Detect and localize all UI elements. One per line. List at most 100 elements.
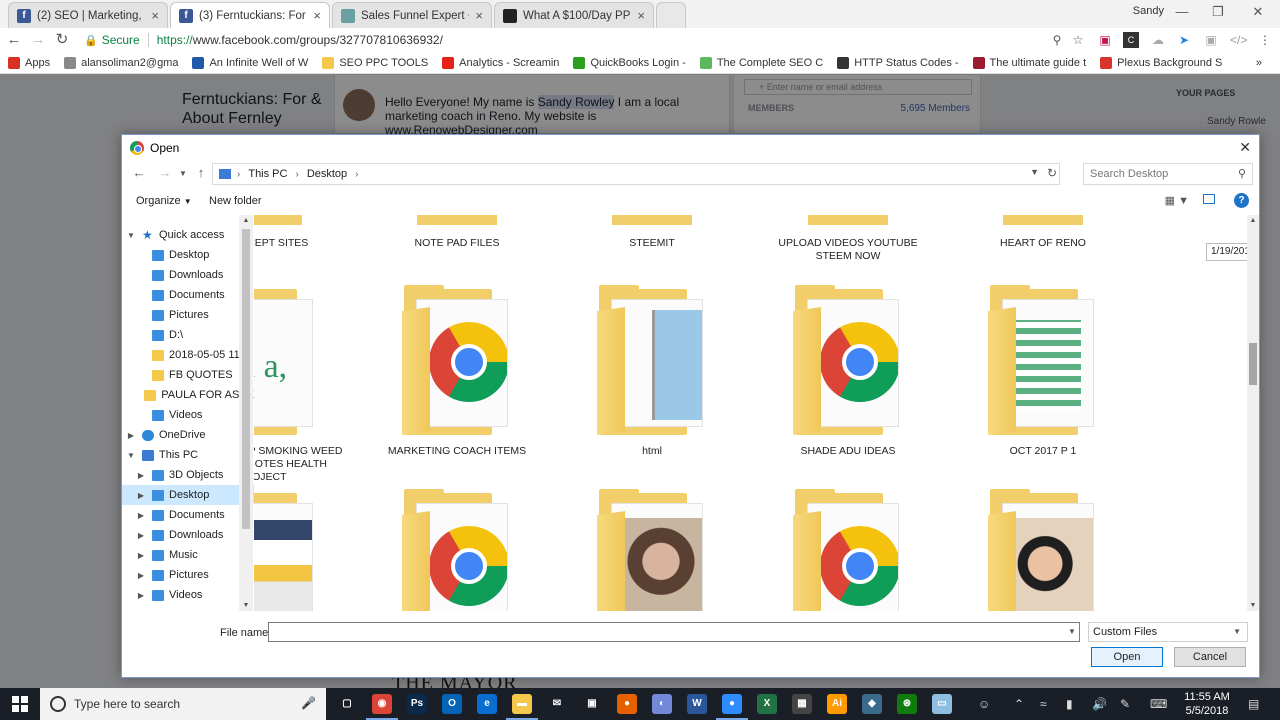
extension-dev-icon[interactable]: </>: [1230, 32, 1247, 48]
close-icon[interactable]: ×: [313, 8, 321, 23]
taskbar-search-input[interactable]: Type here to search 🎤: [40, 688, 326, 720]
extension-c-icon[interactable]: C: [1123, 32, 1139, 48]
address-bar[interactable]: 🔒 Secure https://www.facebook.com/groups…: [78, 29, 1094, 51]
preview-pane-icon[interactable]: [1203, 194, 1215, 204]
nav-item[interactable]: PAULA FOR ASSE: [122, 385, 254, 405]
chevron-right-icon[interactable]: ▶: [136, 591, 146, 600]
bookmark-item[interactable]: Analytics - Screamin: [442, 56, 559, 69]
nav-item[interactable]: ▶ Documents: [122, 505, 254, 525]
chevron-down-icon[interactable]: ▼: [126, 231, 136, 240]
more-bookmarks-icon[interactable]: »: [1256, 57, 1262, 69]
file-type-select[interactable]: Custom Files ▼: [1088, 622, 1248, 642]
edge-icon[interactable]: e: [477, 694, 497, 714]
close-icon[interactable]: ×: [151, 8, 159, 23]
chevron-right-icon[interactable]: ▶: [136, 511, 146, 520]
nav-item[interactable]: ▼ ★ Quick access: [122, 225, 254, 245]
calculator-icon[interactable]: ▦: [792, 694, 812, 714]
outlook-icon[interactable]: O: [442, 694, 462, 714]
bookmark-item[interactable]: The ultimate guide t: [972, 56, 1086, 69]
browser-tab[interactable]: f (2) SEO | Marketing, Soci ×: [8, 2, 168, 28]
nav-item[interactable]: ▶ Downloads: [122, 525, 254, 545]
chevron-right-icon[interactable]: ›: [295, 169, 298, 180]
nav-item[interactable]: Downloads✎: [122, 265, 254, 285]
breadcrumb[interactable]: › This PC › Desktop › ▼ ↻: [212, 163, 1060, 185]
extension-cast-icon[interactable]: ▣: [1203, 32, 1219, 48]
zoom-search-icon[interactable]: ⚲: [1049, 32, 1065, 48]
chevron-down-icon[interactable]: ▼: [1068, 627, 1076, 636]
recent-locations-icon[interactable]: ▼: [174, 169, 192, 178]
maximize-icon[interactable]: ❐: [1200, 2, 1236, 22]
bookmark-item[interactable]: alansoliman2@gma: [64, 56, 178, 69]
refresh-icon[interactable]: ↻: [1047, 166, 1057, 180]
illustrator-icon[interactable]: Ai: [827, 694, 847, 714]
close-icon[interactable]: ×: [475, 8, 483, 23]
cancel-button[interactable]: Cancel: [1174, 647, 1246, 667]
chevron-right-icon[interactable]: ▶: [126, 431, 136, 440]
notifications-icon[interactable]: ▤: [1248, 697, 1259, 711]
file-name-field[interactable]: [268, 622, 1080, 642]
nav-item[interactable]: FB QUOTES: [122, 365, 254, 385]
extension-shield-icon[interactable]: ▣: [1097, 32, 1113, 48]
bookmark-item[interactable]: HTTP Status Codes -: [837, 56, 959, 69]
new-folder-button[interactable]: New folder: [209, 195, 262, 207]
pen-icon[interactable]: ✎: [1120, 697, 1130, 711]
back-icon[interactable]: ←: [4, 30, 24, 50]
chrome-icon[interactable]: ◉: [366, 694, 398, 720]
forward-icon[interactable]: →: [28, 30, 48, 50]
folder-item[interactable]: [763, 489, 933, 611]
close-icon[interactable]: ✕: [1239, 139, 1251, 156]
search-icon[interactable]: ⚲: [1238, 164, 1246, 184]
nav-item[interactable]: 2018-05-05 11.3: [122, 345, 254, 365]
scroll-down-icon[interactable]: ▼: [1247, 602, 1259, 609]
nav-item[interactable]: ▶ Desktop: [122, 485, 254, 505]
speaker-icon[interactable]: 🔊: [1092, 697, 1107, 711]
chevron-right-icon[interactable]: ▶: [136, 531, 146, 540]
profile-name[interactable]: Sandy: [1133, 5, 1164, 17]
file-scroll-thumb[interactable]: [1249, 343, 1257, 385]
search-input[interactable]: Search Desktop ⚲: [1083, 163, 1253, 185]
discord-icon[interactable]: ◐: [652, 694, 672, 714]
firefox-icon[interactable]: ●: [617, 694, 637, 714]
people-icon[interactable]: ☺: [978, 697, 990, 711]
extension-arrow-icon[interactable]: ➤: [1176, 32, 1192, 48]
view-options-icon[interactable]: ▦ ▼: [1165, 194, 1189, 207]
scroll-up-icon[interactable]: ▲: [1247, 217, 1259, 224]
chevron-right-icon[interactable]: ▶: [136, 571, 146, 580]
folder-item[interactable]: html: [567, 285, 737, 458]
nav-scroll-thumb[interactable]: [242, 229, 250, 529]
bookmark-item[interactable]: An Infinite Well of W: [192, 56, 308, 69]
folder-item[interactable]: SHADE ADU IDEAS: [763, 285, 933, 458]
folder-item[interactable]: [372, 489, 542, 611]
folder-item[interactable]: [958, 489, 1128, 611]
minimize-icon[interactable]: —: [1164, 2, 1200, 22]
nav-item[interactable]: Documents✎: [122, 285, 254, 305]
keyboard-icon[interactable]: ⌨: [1150, 697, 1167, 711]
bookmark-item[interactable]: QuickBooks Login -: [573, 56, 686, 69]
zoom-icon[interactable]: ●: [716, 694, 748, 720]
bookmark-star-icon[interactable]: ☆: [1070, 32, 1086, 48]
chevron-up-icon[interactable]: ⌃: [1014, 697, 1024, 711]
chevron-right-icon[interactable]: ›: [355, 169, 358, 180]
xbox-icon[interactable]: ⊛: [897, 694, 917, 714]
organize-button[interactable]: Organize ▼: [136, 195, 192, 207]
store-icon[interactable]: ▣: [582, 694, 602, 714]
folder-item[interactable]: a a, HOW TO STOP SMOKING WEED WEBSITE NOT…: [254, 289, 347, 484]
up-folder-icon[interactable]: ↑: [192, 165, 210, 180]
breadcrumb-desktop[interactable]: Desktop: [307, 168, 347, 180]
nav-item[interactable]: D:\✎: [122, 325, 254, 345]
photoshop-icon[interactable]: Ps: [407, 694, 427, 714]
nav-item[interactable]: ▼ This PC: [122, 445, 254, 465]
bookmark-item[interactable]: The Complete SEO C: [699, 56, 823, 69]
folder-item[interactable]: [567, 489, 737, 611]
nav-item[interactable]: Desktop✎: [122, 245, 254, 265]
nav-item[interactable]: Videos: [122, 405, 254, 425]
nav-item[interactable]: ▶ OneDrive: [122, 425, 254, 445]
chevron-down-icon[interactable]: ▼: [1030, 167, 1039, 177]
help-icon[interactable]: ?: [1234, 193, 1249, 208]
nav-item[interactable]: ▶ Music: [122, 545, 254, 565]
close-icon[interactable]: ×: [637, 8, 645, 23]
chevron-right-icon[interactable]: ▶: [136, 551, 146, 560]
bookmark-item[interactable]: SEO PPC TOOLS: [322, 56, 428, 69]
bookmark-item[interactable]: Apps: [8, 56, 50, 69]
nav-item[interactable]: ▶ Videos: [122, 585, 254, 605]
